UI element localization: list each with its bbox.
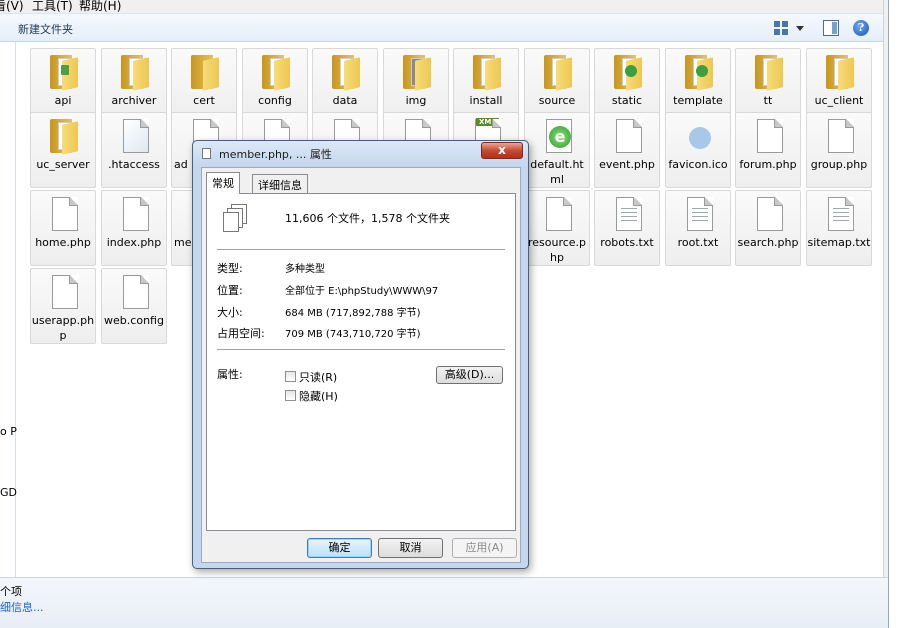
- menu-tools[interactable]: 工具(T): [32, 0, 73, 14]
- navigation-pane[interactable]: o P GDL: [0, 42, 23, 577]
- file-name: root.txt: [677, 236, 719, 249]
- ie-icon: e: [549, 126, 571, 148]
- size-label: 大小:: [217, 306, 243, 319]
- file-name: default.html: [530, 158, 584, 186]
- file-name: archiver: [111, 94, 157, 107]
- file-item[interactable]: .htaccess: [101, 112, 167, 188]
- help-icon[interactable]: ?: [853, 20, 869, 36]
- file-item[interactable]: group.php: [806, 112, 872, 188]
- new-folder-button[interactable]: 新建文件夹: [18, 21, 73, 37]
- size-on-disk-label: 占用空间:: [217, 327, 265, 340]
- toolbar: 新建文件夹 ?: [0, 14, 888, 42]
- checkbox-box: [285, 371, 296, 382]
- file-item[interactable]: home.php: [30, 190, 96, 266]
- file-name: forum.php: [739, 158, 797, 171]
- file-item[interactable]: favicon.ico: [665, 112, 731, 188]
- divider: [217, 249, 505, 250]
- favicon-icon: [689, 127, 711, 149]
- dialog-title: member.php, ... 属性: [219, 148, 332, 161]
- dialog-body: 常规 详细信息 11,606 个文件，1,578 个文件夹 类型: 多种类型 位…: [201, 167, 521, 563]
- size-on-disk-value: 709 MB (743,710,720 字节): [285, 329, 421, 340]
- show-details-link[interactable]: 细信息...: [0, 599, 44, 615]
- file-name: resource.php: [527, 236, 587, 264]
- location-value: 全部位于 E:\phpStudy\WWW\97: [285, 286, 439, 297]
- file-name: web.config: [104, 314, 164, 327]
- chevron-down-icon[interactable]: [796, 26, 804, 31]
- file-name: data: [332, 94, 358, 107]
- hidden-label: 隐藏(H): [299, 390, 338, 403]
- hidden-checkbox[interactable]: 隐藏(H): [285, 388, 338, 404]
- file-item[interactable]: userapp.php: [30, 268, 96, 344]
- file-name: index.php: [106, 236, 162, 249]
- advanced-button[interactable]: 高级(D)...: [436, 366, 503, 384]
- type-value: 多种类型: [285, 264, 325, 275]
- file-name: img: [405, 94, 427, 107]
- file-item[interactable]: event.php: [594, 112, 660, 188]
- file-item[interactable]: search.php: [735, 190, 801, 266]
- file-name: template: [673, 94, 723, 107]
- file-name: api: [54, 94, 72, 107]
- file-name: uc_server: [36, 158, 90, 171]
- file-item[interactable]: root.txt: [665, 190, 731, 266]
- file-name: cert: [193, 94, 215, 107]
- dialog-titlebar[interactable]: member.php, ... 属性 x: [193, 141, 528, 166]
- ok-button[interactable]: 确定: [307, 538, 372, 558]
- xml-icon: XML: [476, 118, 499, 126]
- close-button[interactable]: x: [481, 142, 523, 159]
- file-item[interactable]: index.php: [101, 190, 167, 266]
- file-name: search.php: [737, 236, 799, 249]
- tab-details[interactable]: 详细信息: [252, 174, 308, 193]
- views-icon[interactable]: [773, 20, 789, 36]
- status-bar: 个项 细信息...: [0, 577, 888, 628]
- file-item[interactable]: resource.php: [524, 190, 590, 266]
- attributes-label: 属性:: [217, 368, 243, 381]
- type-label: 类型:: [217, 262, 243, 275]
- nav-item-fragment[interactable]: o P: [0, 425, 17, 438]
- file-name: favicon.ico: [668, 158, 728, 171]
- file-item[interactable]: uc_server: [30, 112, 96, 188]
- menu-view[interactable]: 看(V): [0, 0, 24, 14]
- file-name: sitemap.txt: [807, 236, 871, 249]
- divider: [217, 349, 505, 350]
- readonly-checkbox[interactable]: 只读(R): [285, 369, 337, 385]
- preview-pane-icon[interactable]: [823, 20, 839, 36]
- file-item[interactable]: forum.php: [735, 112, 801, 188]
- location-label: 位置:: [217, 284, 243, 297]
- menu-bar: 看(V) 工具(T) 帮助(H): [0, 0, 900, 14]
- file-name: group.php: [810, 158, 868, 171]
- file-item[interactable]: robots.txt: [594, 190, 660, 266]
- file-item[interactable]: e default.html: [524, 112, 590, 188]
- multiple-files-icon: [223, 204, 249, 234]
- file-name: tt: [763, 94, 773, 107]
- properties-dialog: member.php, ... 属性 x 常规 详细信息 11,606 个文件，…: [192, 140, 529, 569]
- summary-text: 11,606 个文件，1,578 个文件夹: [285, 212, 450, 225]
- file-name: static: [611, 94, 643, 107]
- file-item[interactable]: web.config: [101, 268, 167, 344]
- tab-general[interactable]: 常规: [206, 172, 240, 194]
- checkbox-box: [285, 390, 296, 401]
- cancel-button[interactable]: 取消: [378, 538, 443, 558]
- apply-button[interactable]: 应用(A): [452, 538, 517, 558]
- file-name: userapp.php: [31, 314, 95, 342]
- readonly-label: 只读(R): [299, 371, 338, 384]
- window-edge: [888, 0, 900, 628]
- file-name: install: [469, 94, 503, 107]
- file-item[interactable]: sitemap.txt: [806, 190, 872, 266]
- size-value: 684 MB (717,892,788 字节): [285, 308, 421, 319]
- file-name: config: [258, 94, 292, 107]
- menu-help[interactable]: 帮助(H): [79, 0, 121, 14]
- file-name: .htaccess: [108, 158, 160, 171]
- document-icon: [202, 148, 211, 159]
- item-count: 个项: [0, 585, 22, 598]
- file-name: home.php: [35, 236, 91, 249]
- file-name: robots.txt: [600, 236, 654, 249]
- file-name: event.php: [599, 158, 655, 171]
- file-name: uc_client: [814, 94, 864, 107]
- general-panel: 11,606 个文件，1,578 个文件夹 类型: 多种类型 位置: 全部位于 …: [206, 193, 516, 531]
- file-name: source: [538, 94, 576, 107]
